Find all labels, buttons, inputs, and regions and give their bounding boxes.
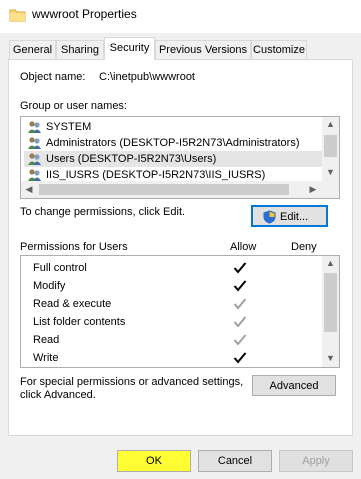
window-title: wwwroot Properties	[32, 7, 137, 21]
list-item-administrators[interactable]: Administrators (DESKTOP-I5R2N73\Administ…	[24, 135, 324, 151]
user-group-icon	[27, 136, 42, 150]
ok-button[interactable]: OK	[117, 450, 191, 472]
edit-button-label: Edit...	[280, 211, 309, 223]
group-user-listbox[interactable]: SYSTEM Administrators (DESKTOP-I5R2N73\A…	[20, 116, 340, 199]
apply-button[interactable]: Apply	[279, 450, 353, 472]
user-group-icon	[27, 120, 42, 134]
allow-check-inherited-icon	[233, 296, 247, 312]
scroll-down-arrow-icon[interactable]: ▼	[322, 165, 339, 181]
scroll-thumb[interactable]	[324, 273, 337, 332]
permission-row: Read	[21, 332, 321, 350]
cancel-button[interactable]: Cancel	[198, 450, 272, 472]
object-name-label: Object name:	[20, 71, 86, 83]
scroll-up-arrow-icon[interactable]: ▲	[322, 256, 339, 272]
permission-row: List folder contents	[21, 314, 321, 332]
scroll-left-arrow-icon[interactable]: ◀	[21, 182, 37, 197]
permission-name: Read	[33, 334, 60, 346]
tab-previous-versions[interactable]: Previous Versions	[155, 40, 251, 59]
deny-column-header: Deny	[291, 241, 317, 253]
object-name-value: C:\inetpub\wwwroot	[99, 71, 195, 83]
tab-customize[interactable]: Customize	[251, 40, 307, 59]
scroll-thumb[interactable]	[324, 135, 337, 157]
user-group-icon	[27, 168, 42, 182]
allow-check-icon	[233, 260, 247, 276]
tab-security[interactable]: Security	[104, 37, 155, 60]
tab-sharing[interactable]: Sharing	[56, 40, 104, 59]
scroll-up-arrow-icon[interactable]: ▲	[322, 117, 339, 133]
permission-name: Write	[33, 352, 59, 364]
allow-check-icon	[233, 350, 247, 366]
allow-check-inherited-icon	[233, 314, 247, 330]
permissions-for-label: Permissions for Users	[20, 241, 128, 253]
permission-name: Full control	[33, 262, 87, 274]
permission-name: Read & execute	[33, 298, 112, 310]
groups-horizontal-scrollbar[interactable]: ◀ ▶	[21, 181, 322, 198]
list-item-system[interactable]: SYSTEM	[24, 119, 324, 135]
permissions-vertical-scrollbar[interactable]: ▲ ▼	[322, 256, 339, 367]
allow-check-inherited-icon	[233, 332, 247, 348]
group-label: Users (DESKTOP-I5R2N73\Users)	[46, 153, 217, 165]
scroll-thumb-horizontal[interactable]	[39, 184, 289, 195]
scroll-corner	[322, 181, 339, 198]
uac-shield-icon	[263, 210, 276, 227]
advanced-text-line2: click Advanced.	[20, 389, 96, 401]
permission-row: Modify	[21, 278, 321, 296]
edit-button[interactable]: Edit...	[251, 205, 328, 227]
permission-row: Write	[21, 350, 321, 367]
group-label: SYSTEM	[46, 121, 92, 133]
folder-icon	[9, 7, 26, 22]
advanced-text-line1: For special permissions or advanced sett…	[20, 376, 244, 388]
list-item-users[interactable]: Users (DESKTOP-I5R2N73\Users)	[24, 151, 324, 167]
scroll-down-arrow-icon[interactable]: ▼	[322, 351, 339, 367]
group-label: Administrators (DESKTOP-I5R2N73\Administ…	[46, 137, 300, 149]
permission-row: Full control	[21, 260, 321, 278]
allow-check-icon	[233, 278, 247, 294]
change-permissions-text: To change permissions, click Edit.	[20, 206, 186, 218]
permission-row: Read & execute	[21, 296, 321, 314]
permission-name: List folder contents	[33, 316, 126, 328]
advanced-button[interactable]: Advanced	[252, 375, 336, 396]
tab-general[interactable]: General	[9, 40, 56, 59]
group-names-label: Group or user names:	[20, 100, 127, 112]
permission-name: Modify	[33, 280, 66, 292]
groups-vertical-scrollbar[interactable]: ▲ ▼	[322, 117, 339, 181]
scroll-right-arrow-icon[interactable]: ▶	[305, 182, 321, 197]
user-group-icon	[27, 152, 42, 166]
allow-column-header: Allow	[230, 241, 257, 253]
permissions-list: Full control Modify Read & execute List …	[20, 255, 340, 368]
